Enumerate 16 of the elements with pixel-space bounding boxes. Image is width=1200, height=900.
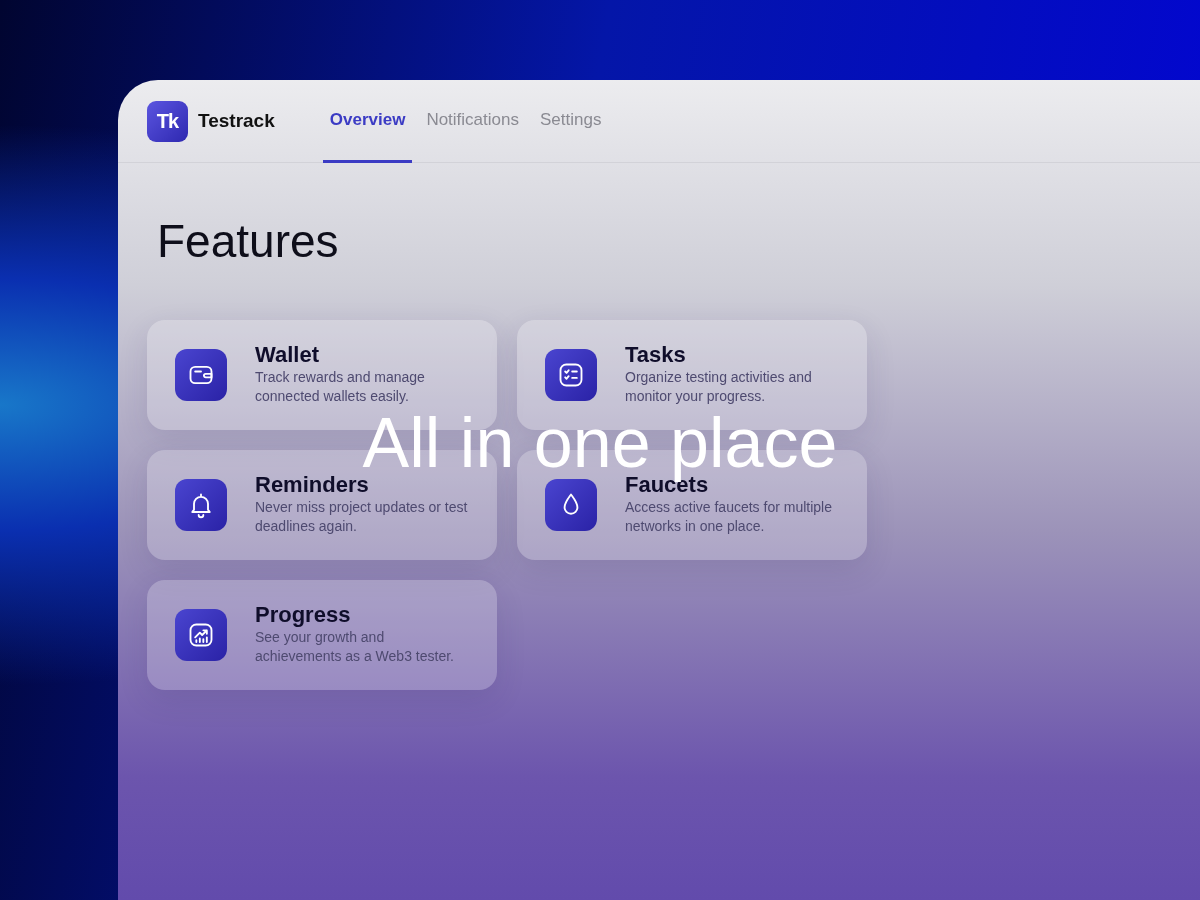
checklist-icon (557, 361, 585, 389)
feature-title: Tasks (625, 343, 687, 368)
feature-title: Progress (255, 603, 352, 628)
feature-description: Never miss project updates or test deadlines again. (255, 497, 469, 537)
feature-card[interactable]: Progress See your growth and achievements as a Web3 tester. (147, 580, 497, 690)
feature-description: Access active faucets for multiple networks in one place. (625, 497, 833, 537)
feature-title: Reminders (255, 473, 370, 498)
feature-description: Organize testing activities and monitor your progress. (625, 367, 813, 407)
feature-description: See your growth and achievements as a Web3 tester. (255, 627, 455, 667)
nav-tab[interactable]: Overview (322, 80, 413, 163)
page-title: Features (157, 214, 340, 269)
feature-description: Track rewards and manage connected wallets easily. (255, 367, 426, 407)
logo-icon: Tk (147, 100, 188, 142)
brand-name: Testrack (198, 108, 275, 133)
feature-title: Wallet (255, 343, 320, 368)
chart-icon (187, 621, 215, 649)
